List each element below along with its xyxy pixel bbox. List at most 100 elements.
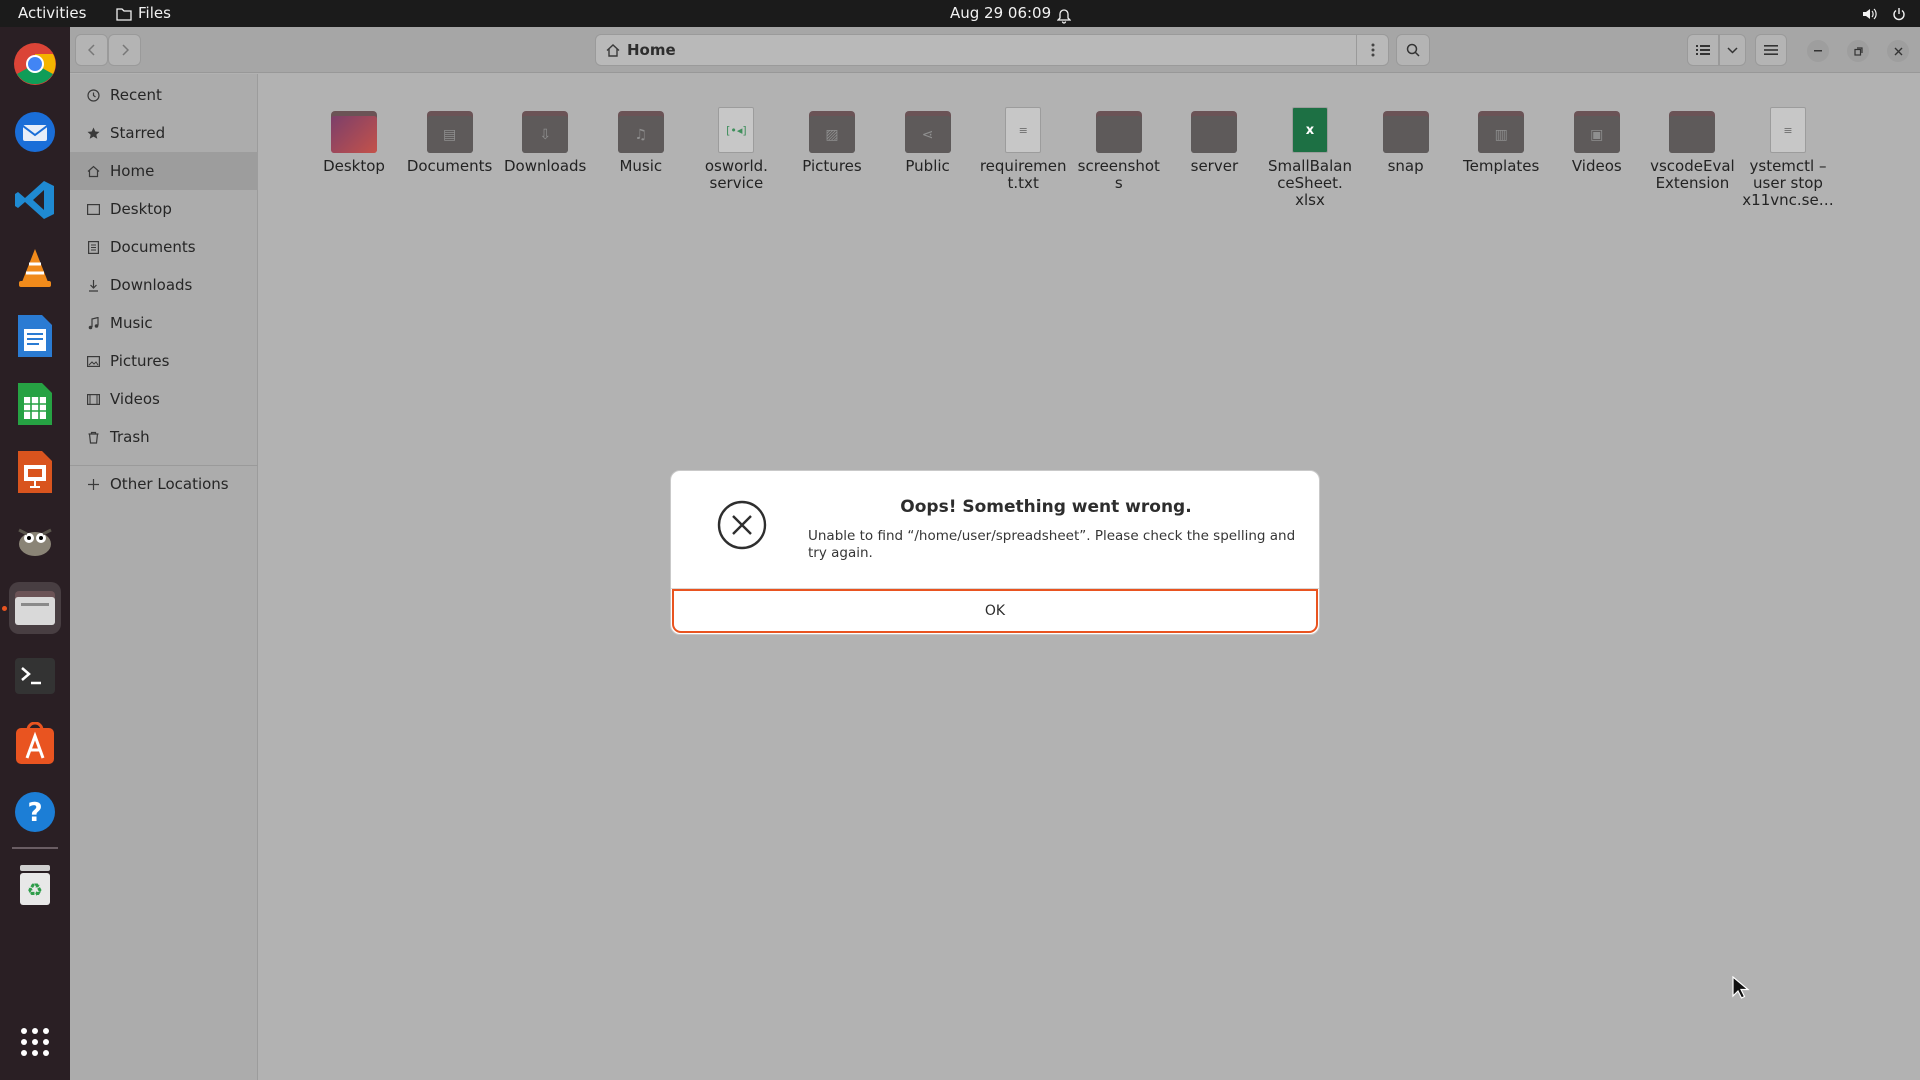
sidebar-item-label: Recent bbox=[110, 86, 162, 104]
documents-icon bbox=[86, 240, 100, 254]
back-button[interactable] bbox=[75, 34, 108, 66]
file-name: ystemctl – user stop x11vnc.se… bbox=[1742, 157, 1834, 209]
svg-text:?: ? bbox=[27, 798, 42, 828]
file-item[interactable]: ≡ requiremen t.txt bbox=[975, 107, 1071, 192]
calc-icon[interactable] bbox=[9, 378, 61, 430]
sidebar-item-label: Trash bbox=[110, 428, 150, 446]
restore-icon bbox=[1853, 46, 1863, 56]
file-item[interactable]: snap bbox=[1358, 107, 1454, 175]
file-name: SmallBalan ceSheet. xlsx bbox=[1267, 157, 1352, 209]
sidebar-item-recent[interactable]: Recent bbox=[70, 76, 258, 114]
vertical-dots-icon bbox=[1371, 43, 1374, 57]
file-item[interactable]: ≡ ystemctl – user stop x11vnc.se… bbox=[1740, 107, 1836, 209]
system-tray[interactable] bbox=[1862, 0, 1906, 27]
sidebar-item-starred[interactable]: Starred bbox=[70, 114, 258, 152]
file-name: server bbox=[1190, 157, 1239, 175]
sidebar-item-trash[interactable]: Trash bbox=[70, 418, 258, 456]
list-view-icon bbox=[1696, 45, 1710, 55]
software-icon[interactable] bbox=[9, 718, 61, 770]
file-item[interactable]: x SmallBalan ceSheet. xlsx bbox=[1262, 107, 1358, 209]
folder-icon bbox=[331, 107, 377, 153]
downloads-icon bbox=[86, 278, 100, 292]
folder-icon bbox=[116, 7, 132, 21]
sidebar: Recent Starred Home Desktop Documents Do… bbox=[70, 74, 258, 1080]
error-icon bbox=[716, 499, 768, 551]
volume-icon bbox=[1863, 8, 1877, 19]
path-menu-button[interactable] bbox=[1356, 35, 1388, 65]
thunderbird-icon[interactable] bbox=[9, 106, 61, 158]
sidebar-item-label: Starred bbox=[110, 124, 166, 142]
maximize-button[interactable] bbox=[1847, 40, 1869, 62]
sidebar-item-other-locations[interactable]: Other Locations bbox=[70, 465, 258, 503]
sidebar-item-label: Pictures bbox=[110, 352, 170, 370]
sidebar-item-home[interactable]: Home bbox=[70, 152, 258, 190]
minimize-button[interactable] bbox=[1807, 40, 1829, 62]
main-menu-button[interactable] bbox=[1755, 34, 1787, 66]
path-bar[interactable]: Home bbox=[595, 34, 1389, 66]
path-home-crumb[interactable]: Home bbox=[606, 35, 676, 65]
view-options-button[interactable] bbox=[1719, 34, 1746, 66]
view-list-button[interactable] bbox=[1687, 34, 1719, 66]
sidebar-item-pictures[interactable]: Pictures bbox=[70, 342, 258, 380]
file-item[interactable]: vscodeEval Extension bbox=[1644, 107, 1740, 192]
plus-icon bbox=[86, 477, 100, 491]
sidebar-item-downloads[interactable]: Downloads bbox=[70, 266, 258, 304]
files-icon[interactable] bbox=[9, 582, 61, 634]
svg-text:♻: ♻ bbox=[27, 880, 43, 901]
file-item[interactable]: ⇩ Downloads bbox=[497, 107, 593, 175]
chevron-right-icon bbox=[121, 44, 129, 56]
file-item[interactable]: ▥ Templates bbox=[1453, 107, 1549, 175]
app-menu[interactable]: Files bbox=[116, 0, 171, 27]
file-name: Videos bbox=[1571, 157, 1622, 175]
file-item[interactable]: server bbox=[1166, 107, 1262, 175]
text-file-icon: ≡ bbox=[1000, 107, 1046, 153]
file-item[interactable]: screenshot s bbox=[1071, 107, 1167, 192]
vlc-icon[interactable] bbox=[9, 242, 61, 294]
trash-icon[interactable]: ♻ bbox=[9, 859, 61, 911]
forward-button[interactable] bbox=[108, 34, 141, 66]
sidebar-item-documents[interactable]: Documents bbox=[70, 228, 258, 266]
dialog-message: Unable to find “/home/user/spreadsheet”.… bbox=[808, 528, 1296, 561]
apps-grid-icon[interactable] bbox=[9, 1016, 61, 1068]
folder-icon: ⇩ bbox=[522, 107, 569, 153]
file-name: Documents bbox=[406, 157, 493, 175]
file-item[interactable]: ▨ Pictures bbox=[784, 107, 880, 175]
writer-icon[interactable] bbox=[9, 310, 61, 362]
gimp-icon[interactable] bbox=[9, 514, 61, 566]
notification-bell-icon[interactable] bbox=[1056, 6, 1072, 24]
impress-icon[interactable] bbox=[9, 446, 61, 498]
search-button[interactable] bbox=[1396, 34, 1430, 66]
sidebar-item-videos[interactable]: Videos bbox=[70, 380, 258, 418]
file-item[interactable]: ▣ Videos bbox=[1549, 107, 1645, 175]
sidebar-item-label: Home bbox=[110, 162, 155, 180]
ok-button[interactable]: OK bbox=[672, 589, 1318, 633]
activities-button[interactable]: Activities bbox=[18, 0, 86, 27]
minimize-icon bbox=[1814, 50, 1822, 52]
file-name: osworld. service bbox=[704, 157, 768, 192]
star-icon bbox=[86, 126, 100, 140]
sidebar-item-music[interactable]: Music bbox=[70, 304, 258, 342]
file-item[interactable]: ⋖ Public bbox=[880, 107, 976, 175]
home-icon bbox=[86, 164, 100, 178]
help-icon[interactable]: ? bbox=[9, 786, 61, 838]
running-indicator bbox=[2, 606, 7, 611]
trash-icon bbox=[86, 430, 100, 444]
sidebar-item-label: Other Locations bbox=[110, 475, 229, 493]
file-item[interactable]: Desktop bbox=[306, 107, 402, 175]
file-item[interactable]: [•◂] osworld. service bbox=[688, 107, 784, 192]
file-item[interactable]: ▤ Documents bbox=[402, 107, 498, 175]
pictures-icon bbox=[86, 354, 100, 368]
sidebar-item-desktop[interactable]: Desktop bbox=[70, 190, 258, 228]
path-label: Home bbox=[627, 41, 676, 59]
file-item[interactable]: ♫ Music bbox=[593, 107, 689, 175]
mouse-pointer-icon bbox=[1732, 975, 1750, 1000]
sidebar-item-label: Videos bbox=[110, 390, 160, 408]
error-dialog: Oops! Something went wrong. Unable to fi… bbox=[670, 470, 1320, 635]
vscode-icon[interactable] bbox=[9, 174, 61, 226]
top-bar: Activities Files Aug 29 06:09 bbox=[0, 0, 1920, 27]
terminal-icon[interactable] bbox=[9, 650, 61, 702]
chrome-icon[interactable] bbox=[9, 38, 61, 90]
file-name: screenshot s bbox=[1077, 157, 1160, 192]
close-button[interactable] bbox=[1887, 40, 1909, 62]
clock[interactable]: Aug 29 06:09 bbox=[950, 0, 1051, 27]
